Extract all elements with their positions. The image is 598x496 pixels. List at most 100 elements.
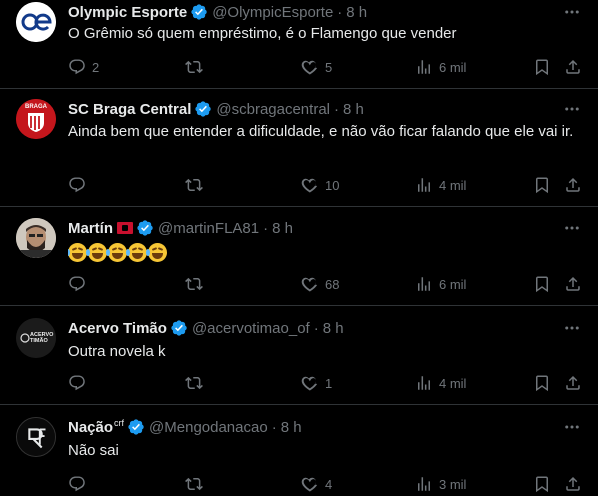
share-icon [566,375,580,390]
tweet[interactable]: BRAGA SC Braga Central @scbragacentral ·… [0,89,598,207]
views-button[interactable]: 4 mil [415,175,466,195]
retweet-button[interactable] [185,373,209,393]
tweet-header: SC Braga Central @scbragacentral · 8 h [68,100,364,118]
bookmark-icon [536,276,548,293]
avatar[interactable]: ACERVO TIMÃO [16,318,56,358]
views-button[interactable]: 4 mil [415,373,466,393]
reply-icon [69,476,85,492]
share-icon [566,177,580,192]
more-icon[interactable] [562,2,582,22]
tweet-header: Martín @martinFLA81 · 8 h [68,219,293,237]
timestamp[interactable]: 8 h [272,220,293,237]
tweet-header: Naçãocrf @Mengodanacao · 8 h [68,418,302,436]
tweet-text: 😂😂😂😂😂 [68,242,582,264]
avatar[interactable]: BRAGA [16,99,56,139]
bookmark-button[interactable] [533,175,551,195]
retweet-icon [185,178,203,192]
like-icon [301,60,318,75]
like-button[interactable]: 10 [301,175,339,195]
more-icon[interactable] [562,417,582,437]
display-name[interactable]: SC Braga Central [68,101,191,118]
like-button[interactable]: 5 [301,57,332,77]
bookmark-icon [536,177,548,194]
timestamp[interactable]: 8 h [343,101,364,118]
tweet-header: Acervo Timão @acervotimao_of · 8 h [68,319,344,337]
retweet-icon [185,60,203,74]
bookmark-icon [536,476,548,493]
handle[interactable]: @acervotimao_of [192,320,310,337]
tweet-actions: 68 6 mil [68,274,588,294]
tweet[interactable]: ACERVO TIMÃO Acervo Timão @acervotimao_o… [0,306,598,405]
flag-icon [117,222,133,234]
bookmark-button[interactable] [533,474,551,494]
display-name[interactable]: Acervo Timão [68,320,167,337]
verified-icon [190,3,208,21]
olympic-logo-icon [16,2,56,42]
like-icon [301,477,318,492]
handle[interactable]: @Mengodanacao [149,419,268,436]
like-button[interactable]: 4 [301,474,332,494]
tweet[interactable]: Naçãocrf @Mengodanacao · 8 h Não sai 4 3… [0,405,598,496]
more-icon[interactable] [562,318,582,338]
reply-button[interactable]: 2 [68,57,99,77]
reply-button[interactable] [68,474,92,494]
share-button[interactable] [564,57,582,77]
more-icon[interactable] [562,99,582,119]
laughing-emoji-icon [106,242,127,262]
reply-icon [69,276,85,292]
handle[interactable]: @scbragacentral [216,101,330,118]
reply-button[interactable] [68,175,92,195]
laughing-emoji-icon [146,242,167,262]
avatar[interactable] [16,2,56,42]
share-button[interactable] [564,474,582,494]
share-button[interactable] [564,175,582,195]
share-button[interactable] [564,373,582,393]
retweet-button[interactable] [185,474,209,494]
display-name[interactable]: Naçãocrf [68,418,124,436]
like-icon [301,376,318,391]
tweet[interactable]: Olympic Esporte @OlympicEsporte · 8 h O … [0,0,598,89]
tweet-text: Outra novela k [68,343,166,360]
retweet-button[interactable] [185,274,209,294]
tweet-text: O Grêmio só quem empréstimo, é o Flameng… [68,25,457,42]
retweet-icon [185,477,203,491]
tweet[interactable]: Martín @martinFLA81 · 8 h 😂😂😂😂😂 68 6 mil [0,207,598,306]
display-name[interactable]: Martín [68,220,113,237]
views-button[interactable]: 3 mil [415,474,466,494]
handle[interactable]: @OlympicEsporte [212,4,333,21]
timestamp[interactable]: 8 h [346,4,367,21]
views-button[interactable]: 6 mil [415,57,466,77]
timestamp[interactable]: 8 h [281,419,302,436]
retweet-button[interactable] [185,175,209,195]
verified-icon [170,319,188,337]
tweet-header: Olympic Esporte @OlympicEsporte · 8 h [68,3,368,21]
reply-icon [69,177,85,193]
avatar[interactable] [16,417,56,457]
like-button[interactable]: 68 [301,274,339,294]
retweet-icon [185,376,203,390]
views-icon [418,376,430,390]
views-button[interactable]: 6 mil [415,274,466,294]
more-icon[interactable] [562,218,582,238]
handle[interactable]: @martinFLA81 [158,220,259,237]
timestamp[interactable]: 8 h [323,320,344,337]
retweet-icon [185,277,203,291]
tweet-text: Ainda bem que entender a dificuldade, e … [68,123,574,140]
like-button[interactable]: 1 [301,373,332,393]
views-icon [418,60,430,74]
reply-button[interactable] [68,274,92,294]
bookmark-button[interactable] [533,274,551,294]
avatar[interactable] [16,218,56,258]
bookmark-button[interactable] [533,57,551,77]
share-button[interactable] [564,274,582,294]
views-icon [418,277,430,291]
reply-button[interactable] [68,373,92,393]
reply-icon [69,375,85,391]
bookmark-button[interactable] [533,373,551,393]
display-name[interactable]: Olympic Esporte [68,4,187,21]
tweet-feed: Olympic Esporte @OlympicEsporte · 8 h O … [0,0,598,496]
share-icon [566,276,580,291]
tweet-actions: 2 5 6 mil [68,57,588,77]
retweet-button[interactable] [185,57,209,77]
tweet-actions: 10 4 mil [68,175,588,195]
